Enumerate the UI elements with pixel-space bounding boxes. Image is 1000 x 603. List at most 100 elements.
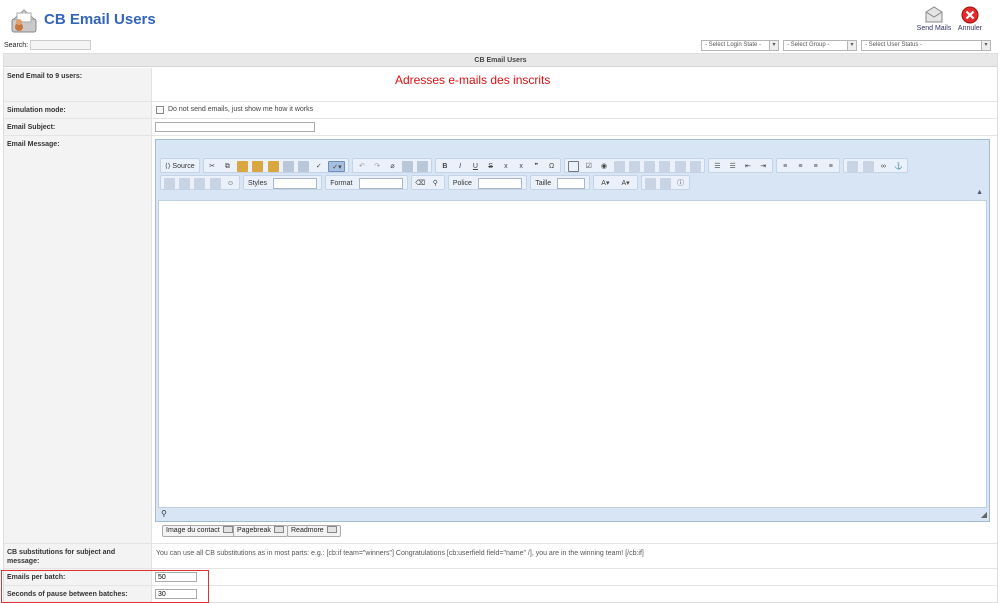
cut-icon[interactable]: ✂ bbox=[207, 161, 218, 172]
blockquote-icon[interactable]: ❞ bbox=[531, 161, 542, 172]
image-insert-icon[interactable] bbox=[164, 178, 175, 189]
link-icon[interactable]: ∞ bbox=[878, 161, 889, 172]
numbered-list-icon[interactable]: ☰ bbox=[712, 161, 723, 172]
source-button[interactable]: ⟨⟩ Source bbox=[165, 161, 195, 172]
message-editor-area[interactable] bbox=[158, 200, 987, 508]
table-icon[interactable] bbox=[194, 178, 206, 189]
find-icon[interactable] bbox=[402, 161, 414, 172]
spellcheck-icon[interactable]: ✓ bbox=[313, 161, 324, 172]
styles-label: Styles bbox=[247, 180, 267, 187]
hidden-field-icon[interactable] bbox=[689, 161, 701, 172]
readmore-button[interactable]: Readmore bbox=[287, 525, 341, 537]
subscript-icon[interactable]: x bbox=[500, 161, 511, 172]
simulation-label: Simulation mode: bbox=[4, 102, 152, 118]
search-label: Search: bbox=[4, 42, 29, 49]
indent-icon[interactable]: ⇥ bbox=[758, 161, 769, 172]
maximize-icon[interactable] bbox=[644, 178, 656, 189]
envelope-icon bbox=[925, 6, 943, 23]
send-mails-button[interactable]: Send Mails bbox=[916, 6, 952, 36]
underline-icon[interactable]: U bbox=[470, 161, 481, 172]
simulation-checkbox-label[interactable]: Do not send emails, just show me how it … bbox=[168, 106, 313, 113]
textfield-icon[interactable] bbox=[613, 161, 625, 172]
copy-icon[interactable]: ⧉ bbox=[222, 161, 233, 172]
xcc-icon[interactable] bbox=[847, 161, 859, 172]
remove-format-icon[interactable]: ⌫ bbox=[415, 178, 426, 189]
editor-toolbar-row-2: ☺ Styles Format ⌫ ⚲ Police Taille A▾ A▾ … bbox=[160, 175, 693, 190]
radio-icon[interactable]: ◉ bbox=[599, 161, 610, 172]
magnifier-icon[interactable]: ⚲ bbox=[161, 509, 167, 518]
recipients-placeholder: Adresses e-mails des inscrits bbox=[395, 73, 551, 87]
replace-icon[interactable] bbox=[417, 161, 429, 172]
undo-icon[interactable]: ↶ bbox=[356, 161, 367, 172]
email-form: CB Email Users Send Email to 9 users: Ad… bbox=[3, 53, 998, 603]
editor-toolbar-row-1: ⟨⟩ Source ✂ ⧉ ✓ ✓▾ ↶ ↷ ⌀ B I U S x x ❞ Ω… bbox=[160, 158, 911, 173]
bold-icon[interactable]: B bbox=[439, 161, 450, 172]
anchor-icon[interactable]: ⚓ bbox=[893, 161, 904, 172]
image-button-icon[interactable] bbox=[674, 161, 686, 172]
show-blocks-icon[interactable] bbox=[659, 178, 671, 189]
paste-icon[interactable] bbox=[237, 161, 249, 172]
redo-icon[interactable]: ↷ bbox=[372, 161, 383, 172]
recipients-field[interactable]: Adresses e-mails des inscrits bbox=[155, 68, 997, 101]
superscript-icon[interactable]: x bbox=[516, 161, 527, 172]
checkbox-icon[interactable]: ☑ bbox=[583, 161, 594, 172]
flash-icon[interactable] bbox=[179, 178, 191, 189]
align-left-icon[interactable]: ≡ bbox=[780, 161, 791, 172]
smiley-icon[interactable]: ☺ bbox=[225, 178, 236, 189]
bulleted-list-icon[interactable]: ☰ bbox=[727, 161, 738, 172]
textarea-icon[interactable] bbox=[629, 161, 640, 172]
group-select-value: - Select Group - bbox=[787, 42, 830, 48]
outdent-icon[interactable]: ⇤ bbox=[742, 161, 753, 172]
background-color-icon[interactable]: A▾ bbox=[618, 178, 634, 189]
form-icon[interactable] bbox=[568, 161, 580, 172]
about-icon[interactable]: ⓘ bbox=[675, 178, 686, 189]
search-input[interactable] bbox=[30, 40, 91, 50]
horizontal-rule-icon[interactable] bbox=[209, 178, 221, 189]
italic-icon[interactable]: I bbox=[455, 161, 466, 172]
source-button-label: Source bbox=[172, 163, 195, 170]
paste-text-icon[interactable] bbox=[252, 161, 264, 172]
resize-handle-icon[interactable]: ◢ bbox=[981, 510, 987, 519]
page-title: CB Email Users bbox=[44, 11, 156, 28]
eraser-icon[interactable]: ⌀ bbox=[387, 161, 398, 172]
justify-icon[interactable]: ≡ bbox=[825, 161, 836, 172]
subject-input[interactable] bbox=[155, 122, 315, 132]
pagebreak-button[interactable]: Pagebreak bbox=[233, 525, 288, 537]
search-icon[interactable]: ⚲ bbox=[430, 178, 441, 189]
login-state-select[interactable]: - Select Login State - ▾ bbox=[701, 40, 779, 51]
filter-bar: Search: - Select Login State - ▾ - Selec… bbox=[0, 40, 1000, 52]
format-combo[interactable] bbox=[358, 178, 403, 189]
preview-icon[interactable] bbox=[282, 161, 294, 172]
text-color-icon[interactable]: A▾ bbox=[597, 178, 613, 189]
substitutions-label: CB substitutions for subject and message… bbox=[4, 544, 152, 568]
styles-combo[interactable] bbox=[273, 178, 318, 189]
header: CB Email Users Send Mails Annuler bbox=[0, 0, 1000, 40]
collapse-toolbar-icon[interactable]: ▲ bbox=[976, 189, 983, 196]
message-row: Email Message: ⟨⟩ Source ✂ ⧉ ✓ ✓▾ ↶ ↷ ⌀ … bbox=[4, 136, 997, 544]
user-status-select[interactable]: - Select User Status - ▾ bbox=[861, 40, 991, 51]
image-icon[interactable] bbox=[862, 161, 874, 172]
print-icon[interactable] bbox=[298, 161, 310, 172]
image-icon bbox=[222, 526, 233, 533]
paste-word-icon[interactable] bbox=[267, 161, 279, 172]
size-combo[interactable] bbox=[557, 178, 586, 189]
image-du-contact-button[interactable]: Image du contact bbox=[162, 525, 237, 537]
recipients-row: Send Email to 9 users: Adresses e-mails … bbox=[4, 68, 997, 102]
simulation-checkbox[interactable] bbox=[156, 106, 164, 114]
align-right-icon[interactable]: ≡ bbox=[810, 161, 821, 172]
login-state-select-value: - Select Login State - bbox=[705, 42, 762, 48]
group-select[interactable]: - Select Group - ▾ bbox=[783, 40, 857, 51]
button-field-icon[interactable] bbox=[659, 161, 671, 172]
select-field-icon[interactable] bbox=[644, 161, 656, 172]
spellcheck-dropdown-icon[interactable]: ✓▾ bbox=[328, 161, 346, 172]
chevron-down-icon: ▾ bbox=[847, 41, 856, 50]
special-char-icon[interactable]: Ω bbox=[546, 161, 557, 172]
strikethrough-icon[interactable]: S bbox=[485, 161, 496, 172]
substitutions-help-text: You can use all CB substitutions as in m… bbox=[156, 550, 644, 557]
email-users-logo-icon bbox=[10, 5, 38, 35]
cancel-button[interactable]: Annuler bbox=[952, 6, 988, 36]
align-center-icon[interactable]: ≡ bbox=[795, 161, 806, 172]
highlight-box bbox=[1, 570, 209, 603]
font-combo[interactable] bbox=[478, 178, 523, 189]
subject-row: Email Subject: bbox=[4, 119, 997, 136]
